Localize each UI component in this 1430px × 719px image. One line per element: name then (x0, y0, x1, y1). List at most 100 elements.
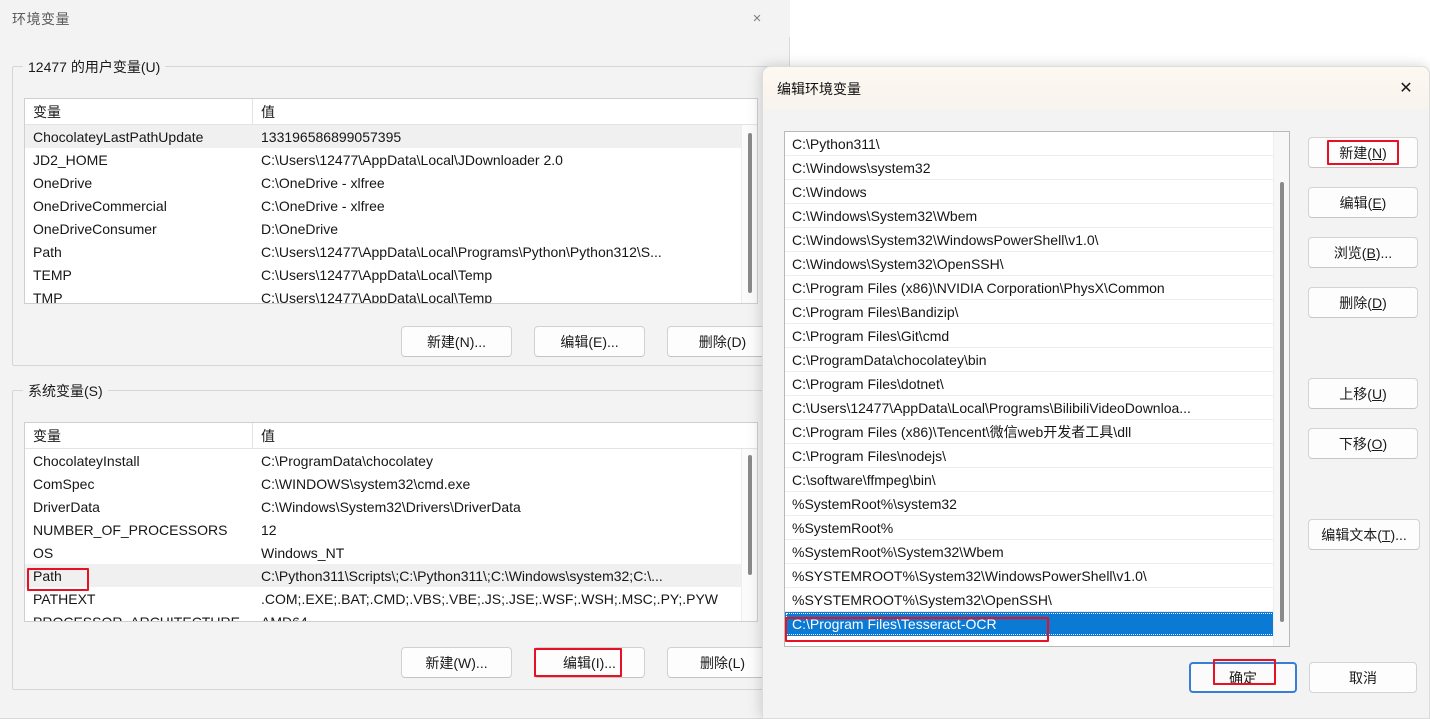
table-row[interactable]: OneDriveCommercial C:\OneDrive - xlfree (25, 194, 757, 217)
edit-button[interactable]: 编辑(E) (1308, 187, 1418, 218)
scrollbar-thumb[interactable] (748, 133, 752, 293)
scrollbar-thumb[interactable] (748, 455, 752, 575)
edit-dialog-footer: 确定 取消 (763, 652, 1429, 718)
table-row[interactable]: Path C:\Users\12477\AppData\Local\Progra… (25, 240, 757, 263)
cancel-button[interactable]: 取消 (1309, 662, 1417, 693)
list-item[interactable]: C:\Windows (785, 180, 1289, 204)
column-header-value[interactable]: 值 (253, 99, 757, 125)
list-item[interactable]: %SystemRoot% (785, 516, 1289, 540)
cell-value: C:\Users\12477\AppData\Local\Programs\Py… (261, 243, 662, 260)
list-item[interactable]: C:\Program Files (x86)\NVIDIA Corporatio… (785, 276, 1289, 300)
cell-variable: ComSpec (33, 475, 95, 492)
table-row[interactable]: ComSpec C:\WINDOWS\system32\cmd.exe (25, 472, 757, 495)
list-item[interactable]: C:\Program Files\dotnet\ (785, 372, 1289, 396)
environment-variables-dialog: 环境变量 × 12477 的用户变量(U) 变量 值 ChocolateyLas… (0, 0, 790, 719)
edit-dialog-title: 编辑环境变量 (777, 81, 861, 97)
system-variables-listview[interactable]: 变量 值 ChocolateyInstall C:\ProgramData\ch… (24, 422, 758, 622)
cell-value: C:\Users\12477\AppData\Local\JDownloader… (261, 151, 563, 168)
cell-variable: TEMP (33, 266, 72, 283)
list-item[interactable]: C:\Program Files\nodejs\ (785, 444, 1289, 468)
delete-button[interactable]: 删除(D) (1308, 287, 1418, 318)
table-row[interactable]: DriverData C:\Windows\System32\Drivers\D… (25, 495, 757, 518)
table-row[interactable]: ChocolateyLastPathUpdate 133196586899057… (25, 125, 757, 148)
user-variables-buttons: 新建(N)... 编辑(E)... 删除(D) (401, 326, 778, 357)
close-icon[interactable]: ✕ (1383, 67, 1429, 109)
list-item[interactable]: C:\Program Files (x86)\Tencent\微信web开发者工… (785, 420, 1289, 444)
user-variables-header: 变量 值 (25, 99, 757, 125)
edit-text-button-label: 编辑文本(T)... (1321, 526, 1407, 543)
cell-value: C:\Users\12477\AppData\Local\Temp (261, 266, 493, 283)
user-variables-legend: 12477 的用户变量(U) (23, 57, 166, 77)
user-edit-button[interactable]: 编辑(E)... (534, 326, 645, 357)
table-row[interactable]: OS Windows_NT (25, 541, 757, 564)
user-variables-rows: ChocolateyLastPathUpdate 133196586899057… (25, 125, 757, 303)
table-row[interactable]: NUMBER_OF_PROCESSORS 12 (25, 518, 757, 541)
table-row[interactable]: PATHEXT .COM;.EXE;.BAT;.CMD;.VBS;.VBE;.J… (25, 587, 757, 610)
system-variables-header: 变量 值 (25, 423, 757, 449)
cell-value: C:\WINDOWS\system32\cmd.exe (261, 475, 471, 492)
list-item[interactable]: C:\Python311\ (785, 132, 1289, 156)
user-new-button[interactable]: 新建(N)... (401, 326, 512, 357)
list-item-selected[interactable]: C:\Program Files\Tesseract-OCR (785, 612, 1289, 636)
cell-variable: Path (33, 243, 62, 260)
user-variables-group: 12477 的用户变量(U) 变量 值 ChocolateyLastPathUp… (12, 57, 778, 366)
system-variables-legend: 系统变量(S) (23, 381, 108, 401)
path-list-scrollbar[interactable] (1273, 132, 1289, 646)
browse-button-label: 浏览(B)... (1333, 244, 1393, 261)
table-row[interactable]: OneDriveConsumer D:\OneDrive (25, 217, 757, 240)
delete-button-label: 删除(D) (1339, 294, 1387, 311)
list-item[interactable]: C:\Windows\System32\OpenSSH\ (785, 252, 1289, 276)
scrollbar-thumb[interactable] (1280, 182, 1284, 622)
list-item[interactable]: %SYSTEMROOT%\System32\WindowsPowerShell\… (785, 564, 1289, 588)
column-header-value[interactable]: 值 (253, 423, 757, 449)
new-button-label: 新建(N) (1339, 144, 1387, 161)
cell-variable: ChocolateyInstall (33, 452, 140, 469)
table-row[interactable]: PROCESSOR_ARCHITECTURE AMD64 (25, 610, 757, 622)
cell-variable: ChocolateyLastPathUpdate (33, 128, 204, 145)
table-row[interactable]: TEMP C:\Users\12477\AppData\Local\Temp (25, 263, 757, 286)
system-variables-group: 系统变量(S) 变量 值 ChocolateyInstall C:\Progra… (12, 381, 778, 690)
path-entries-rows: C:\Python311\ C:\Windows\system32 C:\Win… (785, 132, 1289, 646)
list-item[interactable]: C:\Windows\System32\Wbem (785, 204, 1289, 228)
list-item[interactable]: C:\Program Files\Bandizip\ (785, 300, 1289, 324)
list-item[interactable]: C:\Users\12477\AppData\Local\Programs\Bi… (785, 396, 1289, 420)
list-item[interactable]: %SYSTEMROOT%\System32\OpenSSH\ (785, 588, 1289, 612)
user-variables-scrollbar[interactable] (741, 125, 757, 303)
table-row[interactable]: JD2_HOME C:\Users\12477\AppData\Local\JD… (25, 148, 757, 171)
cell-value: C:\OneDrive - xlfree (261, 197, 385, 214)
list-item[interactable]: C:\Program Files\Git\cmd (785, 324, 1289, 348)
list-item[interactable]: %SystemRoot%\system32 (785, 492, 1289, 516)
user-variables-listview[interactable]: 变量 值 ChocolateyLastPathUpdate 1331965868… (24, 98, 758, 304)
cell-value: .COM;.EXE;.BAT;.CMD;.VBS;.VBE;.JS;.JSE;.… (261, 590, 719, 607)
path-entries-listbox[interactable]: C:\Python311\ C:\Windows\system32 C:\Win… (784, 131, 1290, 647)
edit-text-button[interactable]: 编辑文本(T)... (1308, 519, 1420, 550)
table-row[interactable]: OneDrive C:\OneDrive - xlfree (25, 171, 757, 194)
cell-value: 12 (261, 521, 277, 538)
system-variables-scrollbar[interactable] (741, 449, 757, 621)
cell-variable: TMP (33, 289, 63, 304)
column-header-variable[interactable]: 变量 (25, 423, 253, 449)
list-item[interactable]: C:\Windows\system32 (785, 156, 1289, 180)
close-icon[interactable]: × (738, 4, 776, 32)
move-up-button[interactable]: 上移(U) (1308, 378, 1418, 409)
table-row-path[interactable]: Path C:\Python311\Scripts\;C:\Python311\… (25, 564, 757, 587)
table-row[interactable]: TMP C:\Users\12477\AppData\Local\Temp (25, 286, 757, 304)
cell-value: C:\ProgramData\chocolatey (261, 452, 433, 469)
system-new-button[interactable]: 新建(W)... (401, 647, 512, 678)
cell-variable: OneDriveConsumer (33, 220, 157, 237)
new-button[interactable]: 新建(N) (1308, 137, 1418, 168)
column-header-variable[interactable]: 变量 (25, 99, 253, 125)
cell-variable: JD2_HOME (33, 151, 108, 168)
browse-button[interactable]: 浏览(B)... (1308, 237, 1418, 268)
table-row[interactable]: ChocolateyInstall C:\ProgramData\chocola… (25, 449, 757, 472)
ok-button[interactable]: 确定 (1189, 662, 1297, 693)
list-item[interactable]: %SystemRoot%\System32\Wbem (785, 540, 1289, 564)
move-down-button[interactable]: 下移(O) (1308, 428, 1418, 459)
list-item[interactable]: C:\software\ffmpeg\bin\ (785, 468, 1289, 492)
system-edit-button[interactable]: 编辑(I)... (534, 647, 645, 678)
list-item[interactable]: C:\Windows\System32\WindowsPowerShell\v1… (785, 228, 1289, 252)
cell-value: Windows_NT (261, 544, 345, 561)
list-item[interactable]: C:\ProgramData\chocolatey\bin (785, 348, 1289, 372)
move-down-button-label: 下移(O) (1338, 435, 1388, 452)
cell-value: C:\OneDrive - xlfree (261, 174, 385, 191)
